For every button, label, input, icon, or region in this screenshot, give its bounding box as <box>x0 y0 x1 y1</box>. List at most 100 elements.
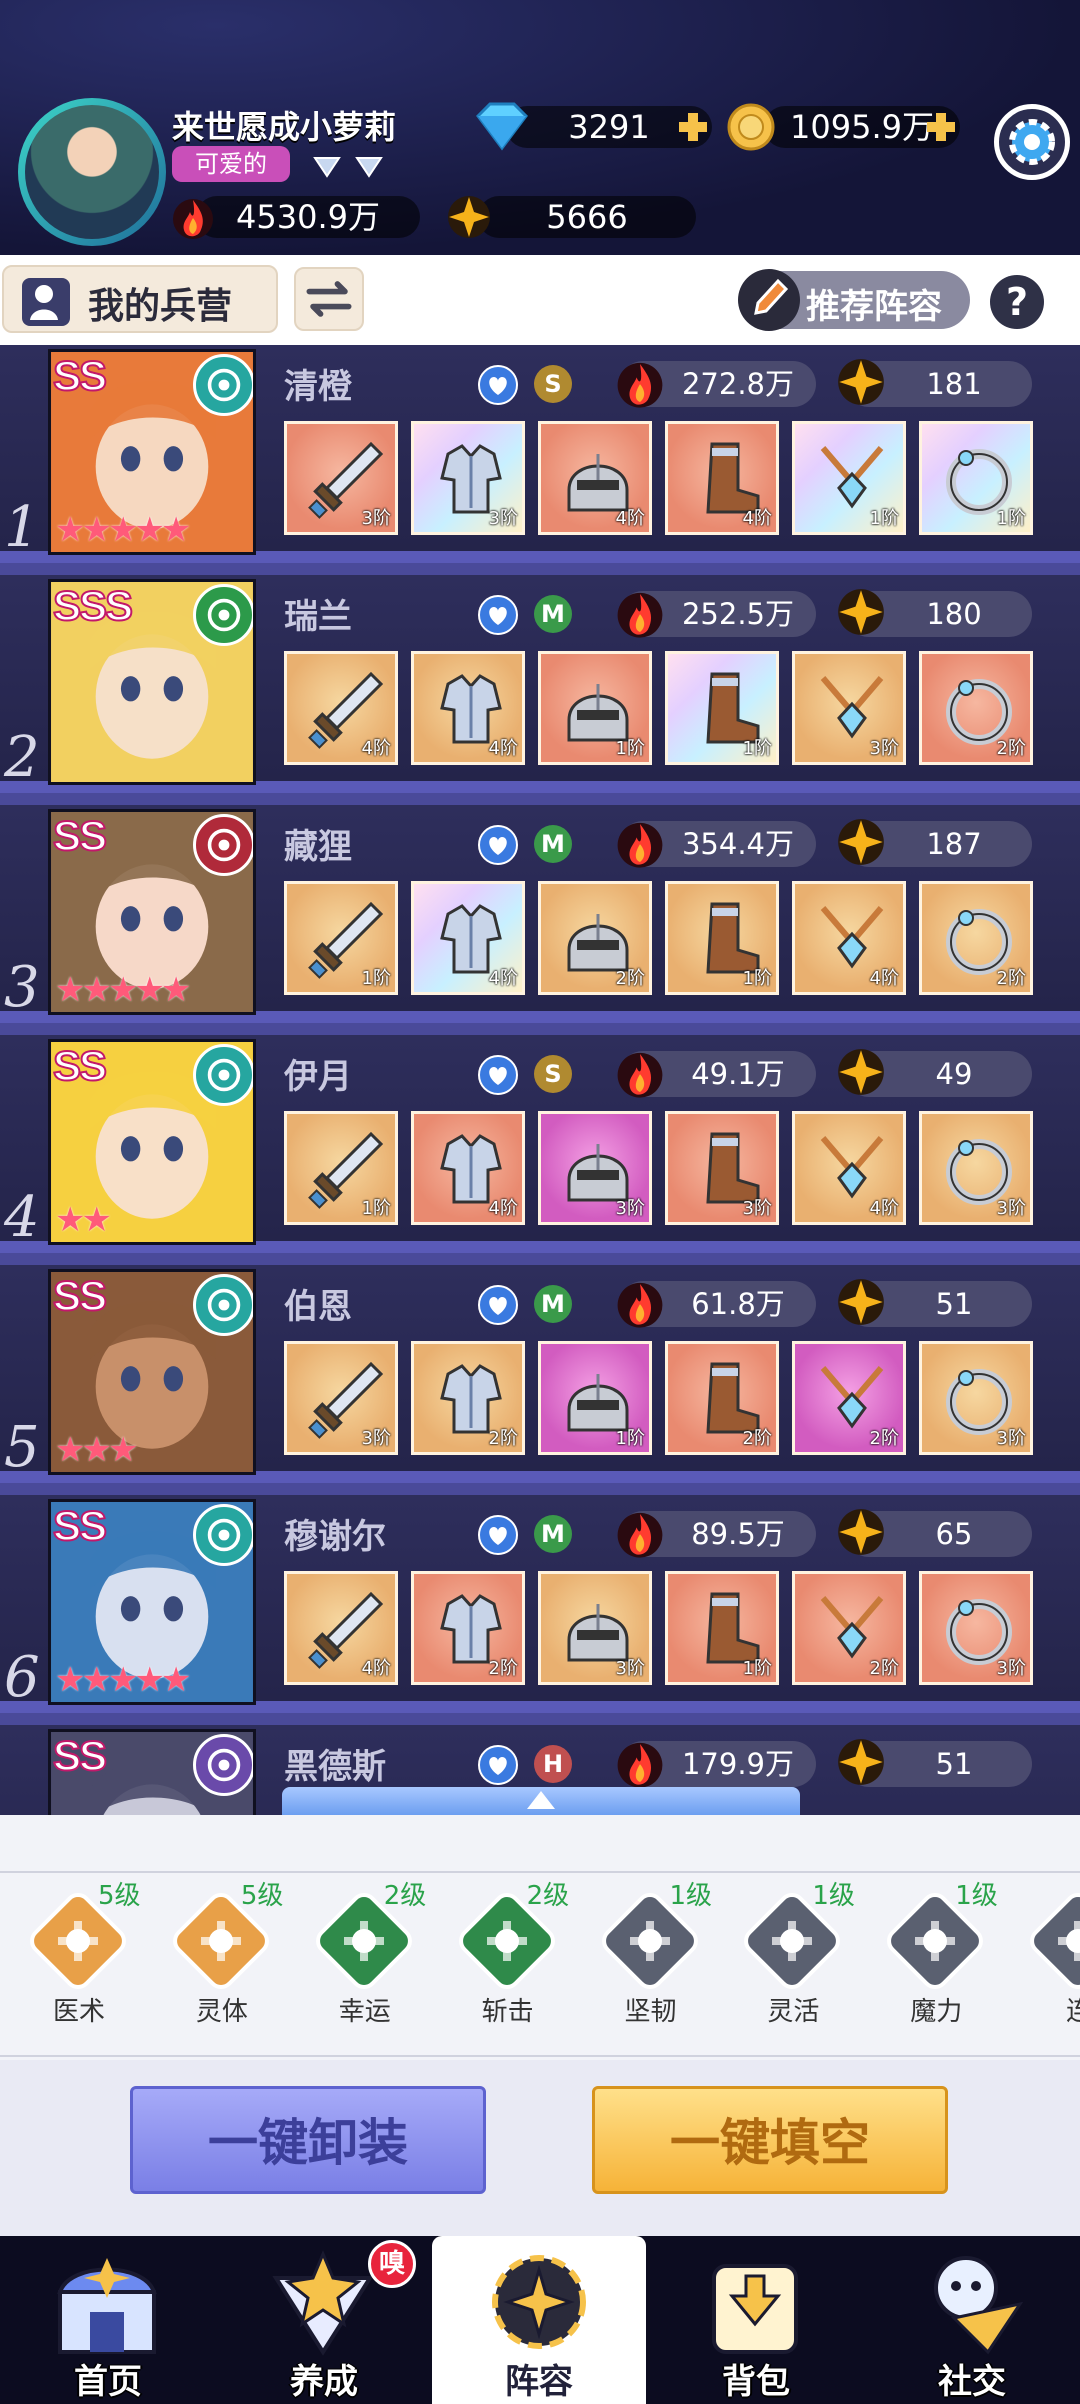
skill-item[interactable]: 1级 坚韧 <box>595 1875 716 2045</box>
equipment-slot-sword[interactable]: 3阶 <box>284 1341 398 1455</box>
hero-name: 清橙 <box>284 367 352 407</box>
skill-item[interactable]: 连 <box>1024 1875 1080 2045</box>
skill-item[interactable]: 1级 魔力 <box>881 1875 1001 2045</box>
skill-glyph-icon <box>907 1913 963 1969</box>
hero-row[interactable]: 4 SS ★★ 伊月 S 49.1万 49 1阶 4阶 3阶 3阶 4阶 3阶 <box>0 1035 1080 1253</box>
equipment-slot-amulet[interactable]: 1阶 <box>792 421 906 535</box>
equipment-slot-armor[interactable]: 3阶 <box>411 421 525 535</box>
equipment-slot-helmet[interactable]: 3阶 <box>538 1571 652 1685</box>
hero-grade: SS <box>52 352 108 400</box>
add-diamond-button[interactable] <box>676 110 710 144</box>
element-icon <box>193 354 253 416</box>
equipment-slot-boots[interactable]: 1阶 <box>665 1571 779 1685</box>
equipment-tier: 4阶 <box>869 968 899 989</box>
equipment-slot-armor[interactable]: 4阶 <box>411 881 525 995</box>
collapse-handle[interactable] <box>282 1787 800 1815</box>
hero-portrait[interactable]: SSS <box>48 579 256 785</box>
equipment-slot-armor[interactable]: 4阶 <box>411 1111 525 1225</box>
equipment-tier: 2阶 <box>996 738 1026 759</box>
equipment-slot-armor[interactable]: 2阶 <box>411 1571 525 1685</box>
hero-portrait[interactable]: SS ★★★ <box>48 1269 256 1475</box>
bottom-nav: 首页 养成 嗅 阵容 背包 社交 <box>0 2236 1080 2404</box>
recommended-lineup-button[interactable]: 推荐阵容 <box>738 269 970 331</box>
equipment-slot-ring[interactable]: 3阶 <box>919 1341 1033 1455</box>
settings-button[interactable] <box>994 104 1070 180</box>
equipment-slot-ring[interactable]: 2阶 <box>919 651 1033 765</box>
nav-social[interactable]: 社交 <box>864 2236 1080 2404</box>
player-header: 来世愿成小萝莉 可爱的 3291 1095.9万 4530.9万 5666 <box>0 0 1080 255</box>
equipment-slot-helmet[interactable]: 3阶 <box>538 1111 652 1225</box>
equipment-slot-boots[interactable]: 1阶 <box>665 881 779 995</box>
nav-lineup[interactable]: 阵容 <box>432 2236 646 2404</box>
equipment-slot-sword[interactable]: 1阶 <box>284 1111 398 1225</box>
skill-item[interactable]: 1级 灵活 <box>738 1875 858 2045</box>
skill-name: 连 <box>1066 1997 1080 2027</box>
hero-list[interactable]: 1 SS ★★★★★ 清橙 S 272.8万 181 3阶 3阶 4阶 4阶 1… <box>0 345 1080 1815</box>
equipment-slot-amulet[interactable]: 4阶 <box>792 1111 906 1225</box>
equipment-slot-boots[interactable]: 3阶 <box>665 1111 779 1225</box>
hero-row[interactable]: 6 SS ★★★★★ 穆谢尔 M 89.5万 65 4阶 2阶 3阶 1阶 2阶… <box>0 1495 1080 1713</box>
hero-portrait[interactable]: SS <box>48 1729 256 1815</box>
equipment-slot-amulet[interactable]: 2阶 <box>792 1571 906 1685</box>
equipment-slot-sword[interactable]: 4阶 <box>284 1571 398 1685</box>
equipment-slot-helmet[interactable]: 1阶 <box>538 651 652 765</box>
hero-row[interactable]: 3 SS ★★★★★ 藏狸 M 354.4万 187 1阶 4阶 2阶 1阶 4… <box>0 805 1080 1023</box>
hero-portrait[interactable]: SS ★★★★★ <box>48 349 256 555</box>
equipment-tier: 2阶 <box>742 1428 772 1449</box>
hero-grade: SS <box>52 812 108 860</box>
equipment-slot-boots[interactable]: 4阶 <box>665 421 779 535</box>
skill-glyph-icon <box>479 1913 535 1969</box>
hero-slot-number: 5 <box>4 1415 40 1480</box>
equipment-slot-ring[interactable]: 1阶 <box>919 421 1033 535</box>
hero-slot-number: 6 <box>4 1645 40 1710</box>
equipment-slot-amulet[interactable]: 3阶 <box>792 651 906 765</box>
unequip-all-button[interactable]: 一键卸装 <box>130 2086 486 2194</box>
equipment-slot-armor[interactable]: 4阶 <box>411 651 525 765</box>
skill-item[interactable]: 2级 幸运 <box>310 1875 430 2045</box>
equipment-slot-sword[interactable]: 4阶 <box>284 651 398 765</box>
my-barracks-tab[interactable]: 我的兵营 <box>2 265 278 333</box>
hero-name: 瑞兰 <box>284 597 352 637</box>
skill-item[interactable]: 2级 斩击 <box>452 1875 573 2045</box>
equipment-slot-armor[interactable]: 2阶 <box>411 1341 525 1455</box>
hero-portrait[interactable]: SS ★★ <box>48 1039 256 1245</box>
nav-bag[interactable]: 背包 <box>648 2236 864 2404</box>
add-gold-button[interactable] <box>924 110 958 144</box>
equipment-tier: 2阶 <box>869 1658 899 1679</box>
hero-row[interactable]: 5 SS ★★★ 伯恩 M 61.8万 51 3阶 2阶 1阶 2阶 2阶 3阶 <box>0 1265 1080 1483</box>
star-currency-icon <box>836 1047 886 1097</box>
equipment-slot-helmet[interactable]: 1阶 <box>538 1341 652 1455</box>
auto-fill-button[interactable]: 一键填空 <box>592 2086 948 2194</box>
skill-item[interactable]: 5级 医术 <box>24 1875 144 2045</box>
hero-size-badge: S <box>534 1055 572 1093</box>
swap-button[interactable] <box>294 267 364 331</box>
equipment-slot-helmet[interactable]: 4阶 <box>538 421 652 535</box>
hero-portrait[interactable]: SS ★★★★★ <box>48 1499 256 1705</box>
skill-glyph-icon <box>764 1913 820 1969</box>
equipment-slot-boots[interactable]: 1阶 <box>665 651 779 765</box>
equipment-tier: 1阶 <box>361 968 391 989</box>
equipment-slot-ring[interactable]: 2阶 <box>919 881 1033 995</box>
equipment-slot-ring[interactable]: 3阶 <box>919 1111 1033 1225</box>
player-avatar[interactable] <box>18 98 166 246</box>
equipment-slot-sword[interactable]: 1阶 <box>284 881 398 995</box>
flame-icon <box>170 192 216 242</box>
help-button[interactable]: ? <box>990 275 1044 329</box>
equipment-slot-amulet[interactable]: 2阶 <box>792 1341 906 1455</box>
hero-grade: SS <box>52 1272 108 1320</box>
skill-item[interactable]: 5级 灵体 <box>167 1875 287 2045</box>
equipment-slot-sword[interactable]: 3阶 <box>284 421 398 535</box>
flame-icon <box>614 355 666 411</box>
hero-portrait[interactable]: SS ★★★★★ <box>48 809 256 1015</box>
equipment-slot-amulet[interactable]: 4阶 <box>792 881 906 995</box>
skill-glyph-icon <box>193 1913 249 1969</box>
rank-gem-icon <box>354 150 384 180</box>
diamond-icon <box>472 100 532 152</box>
nav-home[interactable]: 首页 <box>0 2236 216 2404</box>
equipment-slot-ring[interactable]: 3阶 <box>919 1571 1033 1685</box>
equipment-slot-helmet[interactable]: 2阶 <box>538 881 652 995</box>
equipment-slot-boots[interactable]: 2阶 <box>665 1341 779 1455</box>
backpack-icon <box>698 2248 812 2356</box>
hero-row[interactable]: 2 SSS 瑞兰 M 252.5万 180 4阶 4阶 1阶 1阶 3阶 2阶 <box>0 575 1080 793</box>
hero-row[interactable]: 1 SS ★★★★★ 清橙 S 272.8万 181 3阶 3阶 4阶 4阶 1… <box>0 345 1080 563</box>
